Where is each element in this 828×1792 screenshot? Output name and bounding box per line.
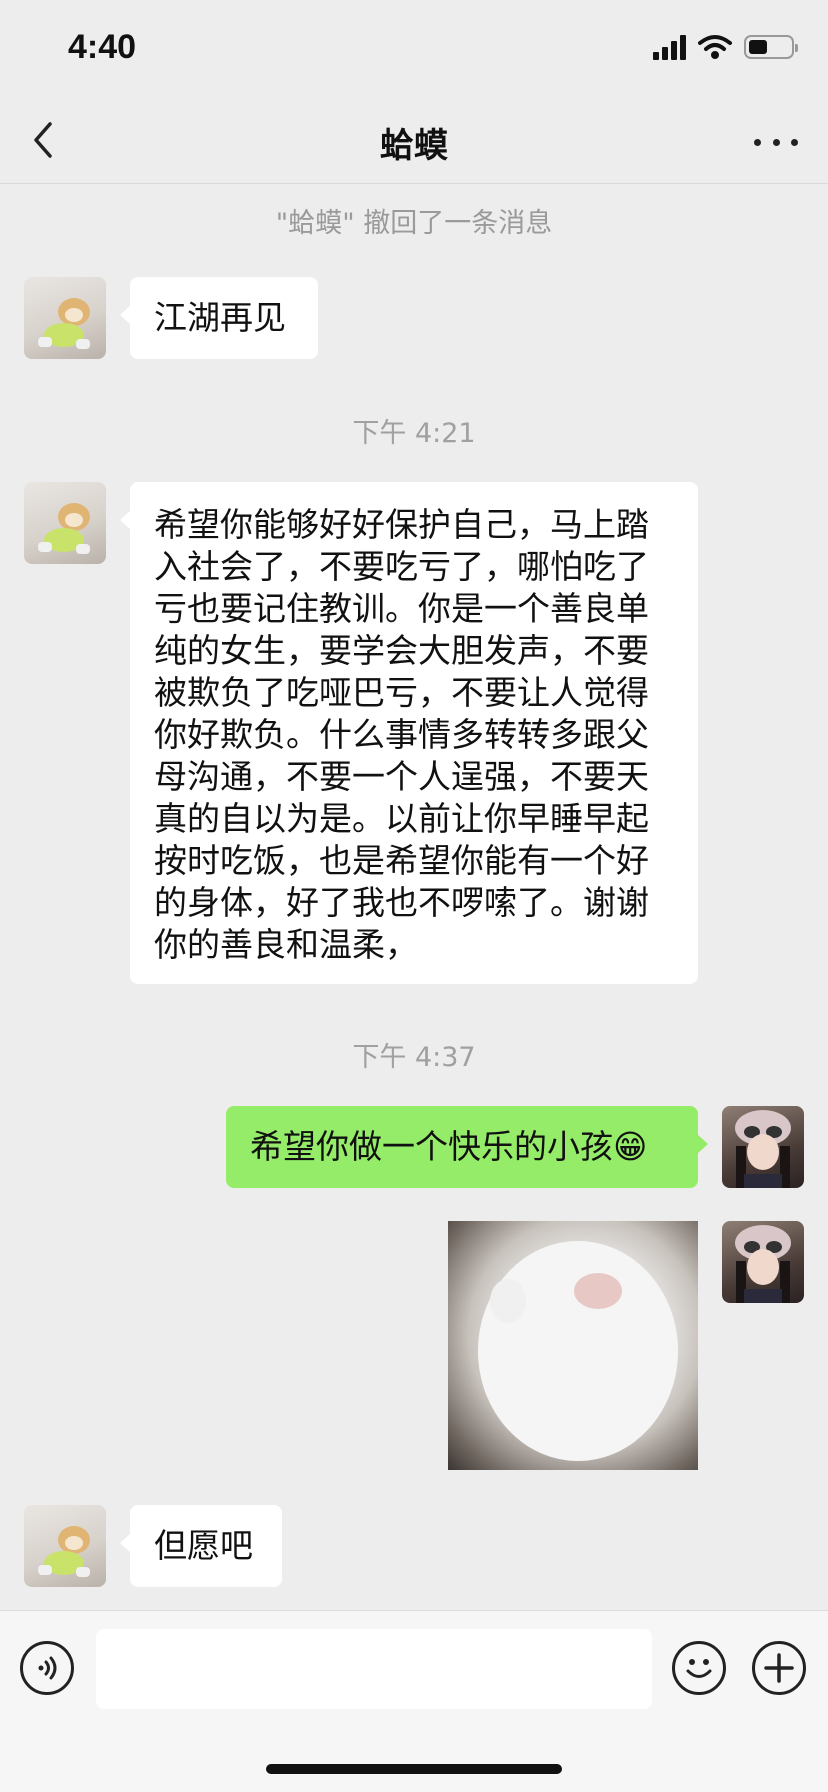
status-time: 4:40 [68, 28, 137, 66]
plus-button[interactable] [752, 1641, 806, 1695]
timestamp: 下午 4:37 [352, 1042, 476, 1073]
dog-avatar-icon [38, 1526, 90, 1577]
dog-avatar-icon [38, 503, 90, 554]
girl-avatar-icon [735, 1110, 791, 1188]
nav-bar: 蛤蟆 [0, 100, 828, 184]
wifi-icon [698, 35, 732, 59]
contact-avatar[interactable] [24, 277, 106, 359]
message-bubble[interactable]: 但愿吧 [120, 1505, 282, 1587]
timestamp: 下午 4:21 [352, 418, 476, 449]
my-avatar[interactable] [722, 1106, 804, 1188]
my-message-bubble[interactable]: 希望你做一个快乐的小孩😁 [226, 1106, 708, 1188]
status-bar: 4:40 [0, 0, 828, 100]
dog-avatar-icon [38, 298, 90, 349]
more-dots-icon [754, 138, 761, 146]
voice-icon [38, 1656, 57, 1680]
white-cat-photo [478, 1241, 678, 1461]
contact-avatar[interactable] [24, 482, 106, 564]
girl-avatar-icon [735, 1225, 791, 1303]
emoji-button[interactable] [672, 1641, 726, 1695]
plus-icon [764, 1653, 794, 1683]
more-button[interactable] [754, 120, 798, 164]
chat-title: 蛤蟆 [380, 126, 448, 166]
contact-avatar[interactable] [24, 1505, 106, 1587]
message-input[interactable] [96, 1629, 652, 1709]
signal-icon [653, 34, 686, 60]
emoji-icon [686, 1659, 712, 1678]
status-icons [653, 34, 798, 60]
chat-area[interactable]: "蛤蟆" 撤回了一条消息 江湖再见 下午 4:21 希望你能够好好保护自己，马上… [0, 185, 828, 1610]
my-avatar[interactable] [722, 1221, 804, 1303]
battery-fill [749, 40, 767, 54]
recall-notice: "蛤蟆" 撤回了一条消息 [275, 208, 553, 239]
message-bubble[interactable]: 希望你能够好好保护自己，马上踏入社会了，不要吃亏了，哪怕吃了亏也要记住教训。你是… [120, 482, 698, 984]
message-bubble[interactable]: 江湖再见 [120, 277, 318, 359]
image-message-white-cat[interactable] [448, 1221, 698, 1470]
home-indicator [266, 1764, 562, 1774]
battery-icon [744, 35, 798, 59]
voice-button[interactable] [20, 1641, 74, 1695]
